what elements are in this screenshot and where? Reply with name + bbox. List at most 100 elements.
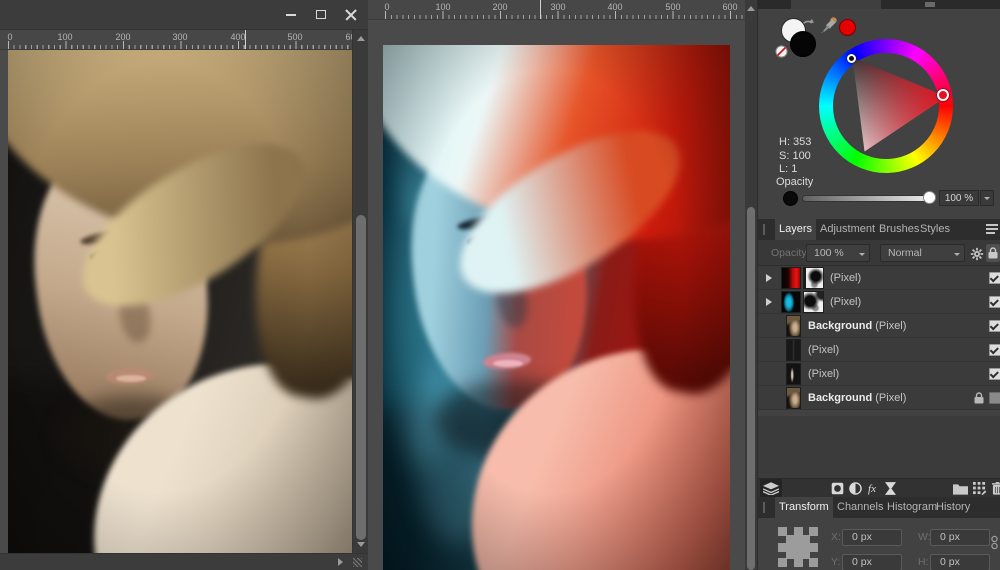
- application-window: 0 100 200 300 400 500 600: [0, 0, 1000, 570]
- primary-colour-swatch[interactable]: [790, 31, 816, 57]
- panel-top-tabstrip: [758, 0, 1000, 9]
- layer-thumbnail[interactable]: [786, 387, 801, 409]
- layers-list: (Pixel) (Pixel) Background (Pixel) (Pixe…: [758, 266, 1000, 410]
- scrollbar-thumb[interactable]: [747, 207, 755, 570]
- layer-thumbnail[interactable]: [781, 291, 801, 313]
- layer-thumbnail[interactable]: [786, 315, 801, 337]
- panel-menu-icon[interactable]: [986, 224, 998, 235]
- expand-arrow-icon[interactable]: [766, 298, 776, 306]
- layer-visibility-checkbox[interactable]: [989, 368, 1000, 380]
- layer-visibility-checkbox[interactable]: [989, 344, 1000, 356]
- insert-layer-button[interactable]: [760, 479, 782, 498]
- layer-type-label: (Pixel): [875, 320, 907, 332]
- layer-row-pixel-dark[interactable]: (Pixel): [758, 338, 1000, 362]
- scrollbar-thumb[interactable]: [356, 215, 366, 540]
- adjustment-layer-button[interactable]: [846, 481, 864, 496]
- vertical-scrollbar-right[interactable]: [745, 0, 757, 570]
- ruler-ticks-major: [385, 11, 745, 19]
- h-field-label: H:: [918, 556, 929, 568]
- lock-layer-button[interactable]: [986, 244, 1000, 262]
- w-field[interactable]: 0 px: [930, 529, 990, 546]
- photo-sepia-portrait: [8, 50, 352, 553]
- opacity-dropdown-button[interactable]: [980, 190, 994, 206]
- live-filter-button[interactable]: [881, 481, 899, 496]
- delete-layer-button[interactable]: [988, 481, 1000, 496]
- layer-row-background-copy[interactable]: Background (Pixel): [758, 314, 1000, 338]
- group-layers-button[interactable]: [951, 481, 969, 496]
- opacity-slider[interactable]: [802, 195, 930, 202]
- panel-drag-handle[interactable]: [763, 224, 765, 235]
- opacity-swatch[interactable]: [783, 191, 798, 206]
- layer-visibility-checkbox[interactable]: [989, 296, 1000, 308]
- recent-colour-swatch[interactable]: [839, 19, 856, 36]
- no-colour-icon[interactable]: [775, 45, 788, 58]
- mask-icon: [831, 482, 843, 495]
- layer-visibility-checkbox-disabled[interactable]: [989, 392, 1000, 404]
- canvas-area-left[interactable]: [0, 50, 352, 553]
- tab-layers[interactable]: Layers: [775, 219, 817, 240]
- layer-opacity-dropdown[interactable]: 100 %: [806, 244, 870, 262]
- resize-grip-icon[interactable]: [353, 558, 362, 567]
- expand-arrow-icon[interactable]: [766, 274, 776, 282]
- panel-drag-handle[interactable]: [763, 502, 765, 513]
- anchor-point-selector[interactable]: [778, 527, 818, 567]
- eyedropper-icon[interactable]: [819, 15, 839, 35]
- layer-visibility-checkbox[interactable]: [989, 320, 1000, 332]
- scroll-up-icon[interactable]: [747, 6, 755, 11]
- y-field[interactable]: 0 px: [842, 554, 902, 570]
- layer-row-background-locked[interactable]: Background (Pixel): [758, 386, 1000, 410]
- layer-thumbnail[interactable]: [786, 339, 801, 361]
- tab-channels[interactable]: Channels: [833, 497, 887, 518]
- hue-selector-handle[interactable]: [937, 89, 949, 101]
- adjustment-icon: [848, 482, 862, 495]
- canvas-area-right[interactable]: [368, 20, 745, 570]
- layer-thumbnail[interactable]: [786, 363, 801, 385]
- x-field[interactable]: 0 px: [842, 529, 902, 546]
- cursor-position-marker: [540, 0, 541, 19]
- layer-visibility-checkbox[interactable]: [989, 272, 1000, 284]
- scroll-up-icon[interactable]: [357, 36, 365, 41]
- layer-thumbnail[interactable]: [781, 267, 801, 289]
- tab-transform[interactable]: Transform: [775, 497, 833, 518]
- layer-row-red[interactable]: (Pixel): [758, 266, 1000, 290]
- layers-panel-tabbar: Layers Adjustment Brushes Styles: [758, 219, 1000, 240]
- photo-duotone-portrait: [383, 45, 730, 570]
- tab-styles[interactable]: Styles: [916, 219, 954, 240]
- layer-blend-controls: Opacity: 100 % Normal: [758, 240, 1000, 266]
- scroll-down-icon[interactable]: [357, 542, 365, 547]
- layer-effects-button[interactable]: fx: [863, 481, 881, 496]
- w-field-label: W:: [918, 531, 931, 543]
- saturation-lightness-handle[interactable]: [847, 54, 856, 63]
- layer-row-cyan[interactable]: (Pixel): [758, 290, 1000, 314]
- chevron-down-icon: [984, 196, 990, 203]
- colour-panel-tab-edge[interactable]: [791, 0, 881, 9]
- vertical-scrollbar-left[interactable]: [352, 30, 368, 553]
- h-field[interactable]: 0 px: [930, 554, 990, 570]
- colour-wheel[interactable]: [819, 39, 953, 173]
- layer-type-label: (Pixel): [808, 368, 840, 380]
- left-window-titlebar[interactable]: [0, 0, 368, 30]
- tab-adjustment[interactable]: Adjustment: [816, 219, 879, 240]
- pattern-layer-button[interactable]: [970, 481, 988, 496]
- blend-mode-dropdown[interactable]: Normal: [880, 244, 965, 262]
- minimize-button[interactable]: [280, 6, 302, 24]
- layer-mask-thumbnail[interactable]: [803, 291, 824, 313]
- opacity-value[interactable]: 100 %: [939, 190, 979, 206]
- layer-row-pixel-figure[interactable]: (Pixel): [758, 362, 1000, 386]
- layer-mask-thumbnail[interactable]: [803, 267, 824, 289]
- layer-opacity-value: 100 %: [814, 247, 844, 259]
- mask-layer-button[interactable]: [828, 481, 846, 496]
- maximize-button[interactable]: [310, 6, 332, 24]
- tab-history[interactable]: History: [932, 497, 974, 518]
- horizontal-scrollbar-left[interactable]: [0, 553, 368, 570]
- document-window-left: 0 100 200 300 400 500 600: [0, 0, 368, 570]
- panel-strip-icon: [925, 2, 935, 7]
- opacity-slider-handle[interactable]: [923, 191, 936, 204]
- lightness-readout: L: 1: [779, 163, 798, 175]
- scroll-right-icon[interactable]: [338, 558, 343, 566]
- link-dimensions-icon[interactable]: [991, 535, 998, 550]
- vignette-overlay: [383, 45, 730, 570]
- close-button[interactable]: [340, 6, 362, 24]
- bottom-panel-tabbar: Transform Channels Histogram History: [758, 497, 1000, 518]
- blend-options-button[interactable]: [968, 245, 985, 262]
